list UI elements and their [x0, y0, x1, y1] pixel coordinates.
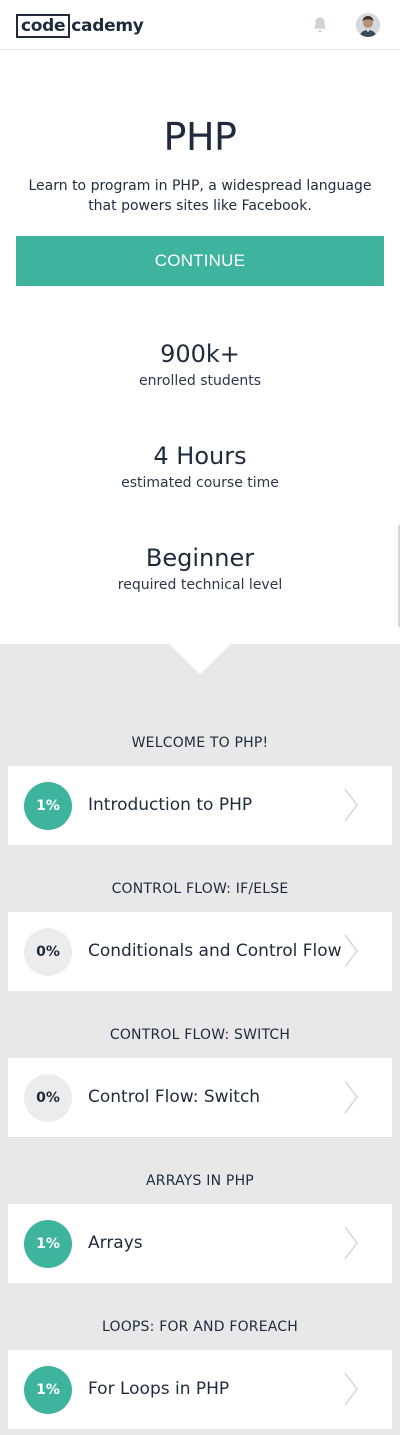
lesson-card[interactable]: 0% Control Flow: Switch — [8, 1058, 392, 1137]
chevron-right-icon — [344, 1226, 358, 1260]
avatar-icon — [356, 13, 380, 37]
chevron-right-icon — [344, 934, 358, 968]
chevron-right-icon — [344, 1372, 358, 1406]
top-nav: code cademy — [0, 0, 400, 50]
section-title: CONTROL FLOW: IF/ELSE — [111, 881, 289, 897]
lesson-title: Control Flow: Switch — [88, 1087, 261, 1107]
progress-badge: 0% — [24, 928, 72, 976]
stat-label: estimated course time — [121, 475, 279, 491]
course-description: Learn to program in PHP, a widespread la… — [28, 178, 372, 214]
lesson-card[interactable]: 1% Introduction to PHP — [8, 766, 392, 845]
section-title: CONTROL FLOW: SWITCH — [109, 1027, 291, 1043]
lesson-title: For Loops in PHP — [88, 1379, 230, 1399]
logo-text: cademy — [71, 16, 144, 36]
chevron-right-icon — [344, 788, 358, 822]
stat-label: required technical level — [117, 577, 283, 593]
stat-value: 4 Hours — [153, 442, 247, 470]
bell-icon[interactable] — [312, 16, 328, 34]
progress-badge: 1% — [24, 782, 72, 830]
section-title: WELCOME TO PHP! — [131, 735, 269, 751]
stat-value: 900k+ — [160, 340, 240, 368]
stat-technical-level: Beginner required technical level — [0, 543, 400, 595]
lesson-card[interactable]: 1% Arrays — [8, 1204, 392, 1283]
logo-code-box: code — [16, 14, 71, 38]
lesson-card[interactable]: 0% Conditionals and Control Flow — [8, 912, 392, 991]
lesson-title: Conditionals and Control Flow — [88, 941, 342, 961]
progress-badge: 1% — [24, 1366, 72, 1414]
progress-badge: 0% — [24, 1074, 72, 1122]
section-pointer — [169, 644, 231, 674]
continue-button[interactable]: CONTINUE — [16, 236, 384, 286]
stat-label: enrolled students — [138, 373, 262, 389]
chevron-right-icon — [344, 1080, 358, 1114]
stat-value: Beginner — [145, 544, 255, 572]
progress-badge: 1% — [24, 1220, 72, 1268]
course-title: PHP — [163, 115, 237, 159]
lesson-card[interactable]: 1% For Loops in PHP — [8, 1350, 392, 1429]
lesson-title: Arrays — [88, 1233, 143, 1253]
section-title: LOOPS: FOR AND FOREACH — [101, 1319, 299, 1335]
section-title: ARRAYS IN PHP — [146, 1173, 254, 1189]
stat-enrolled: 900k+ enrolled students — [0, 339, 400, 391]
codecademy-logo[interactable]: code cademy — [16, 14, 144, 38]
lesson-title: Introduction to PHP — [88, 795, 253, 815]
stat-course-time: 4 Hours estimated course time — [0, 441, 400, 493]
user-avatar[interactable] — [356, 13, 380, 37]
